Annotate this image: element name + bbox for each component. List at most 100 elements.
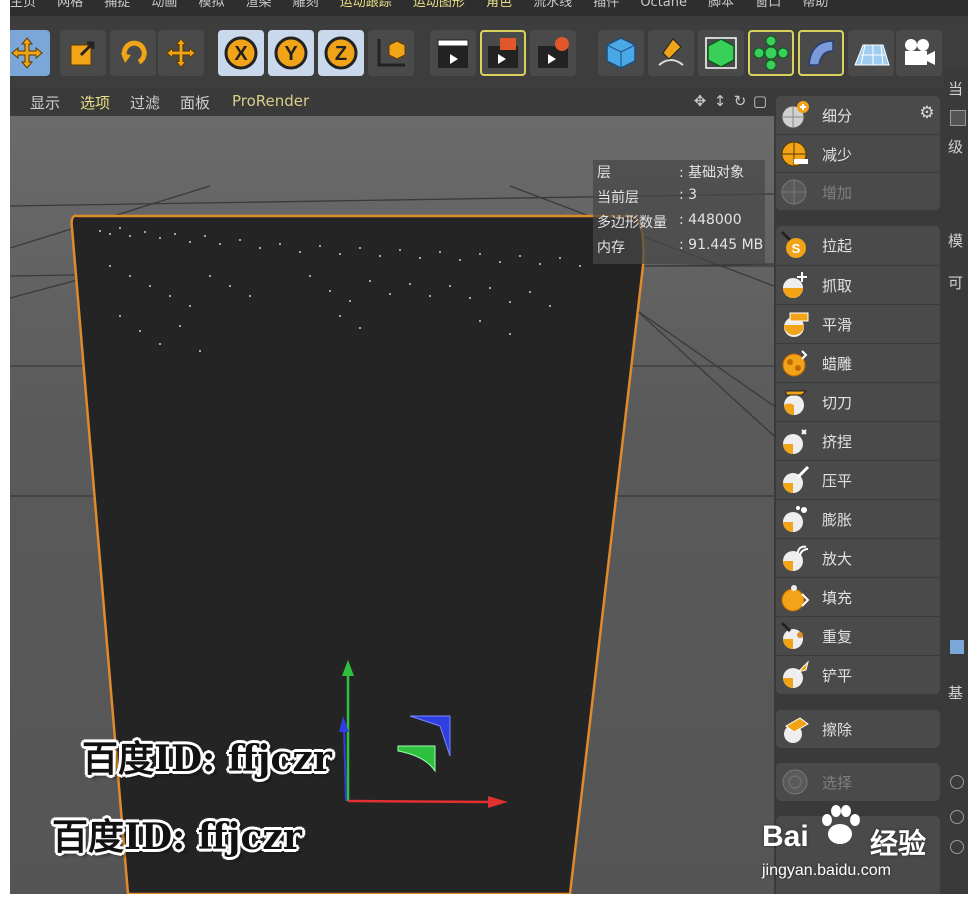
tool-scrape[interactable]: 铲平	[776, 655, 940, 694]
watermark-text-1: 百度ID: ffjczr	[82, 738, 332, 780]
jingyan-brand: 经验	[870, 827, 927, 860]
tool-label: 选择	[822, 774, 853, 792]
menu-item-home[interactable]: 主页	[10, 0, 36, 9]
move-arrows-icon	[11, 37, 43, 69]
menu-item-pipeline[interactable]: 流水线	[533, 0, 572, 9]
tool-erase[interactable]: 擦除	[776, 710, 940, 748]
mode-icon[interactable]	[950, 640, 964, 654]
object-info-hud: 层 : 基础对象 当前层 : 3 多边形数量 : 448000 内存 : 91.…	[593, 160, 765, 264]
menu-item-window[interactable]: 窗口	[755, 0, 781, 9]
subdivision-cube-icon	[705, 37, 737, 69]
tool-decrease[interactable]: 减少	[776, 134, 940, 173]
render-view-button[interactable]	[430, 30, 476, 76]
scale-icon	[70, 41, 95, 66]
menu-item-snap[interactable]: 捕捉	[104, 0, 130, 9]
tool-pull[interactable]: S 拉起	[776, 226, 940, 264]
z-axis-lock-button[interactable]: Z	[318, 30, 364, 76]
view-menu-prorender[interactable]: ProRender	[232, 92, 309, 110]
tool-fill[interactable]: 填充	[776, 577, 940, 616]
coordinate-system-button[interactable]	[368, 30, 414, 76]
transform-icon	[166, 38, 196, 68]
menu-item-animate[interactable]: 动画	[151, 0, 177, 9]
tool-label: 铲平	[822, 667, 853, 685]
x-axis-lock-button[interactable]: X	[218, 30, 264, 76]
tool-smooth[interactable]: 平滑	[776, 304, 940, 343]
menu-item-motion-tracking[interactable]: 运动跟踪	[340, 0, 392, 9]
hud-row-memory: 内存 : 91.445 MB	[597, 235, 765, 259]
camera-button[interactable]	[896, 30, 942, 76]
tool-magnify[interactable]: 放大	[776, 538, 940, 577]
scale-tool-button[interactable]	[60, 30, 106, 76]
tool-knife[interactable]: 切刀	[776, 382, 940, 421]
tool-increase: 增加	[776, 172, 940, 211]
tool-grab[interactable]: 抓取	[776, 265, 940, 304]
erase-group: 擦除	[776, 710, 940, 748]
view-menu-options[interactable]: 选项	[80, 92, 110, 113]
tool-label: 拉起	[822, 237, 853, 255]
transform-tool-button[interactable]	[158, 30, 204, 76]
cloner-icon	[753, 35, 789, 71]
view-menu-panel[interactable]: 面板	[180, 92, 210, 113]
hud-row-polygon-count: 多边形数量 : 448000	[597, 210, 765, 234]
tool-inflate[interactable]: 膨胀	[776, 499, 940, 538]
cube-icon	[606, 37, 636, 69]
view-menu-display[interactable]: 显示	[30, 92, 60, 113]
cinema4d-window: 主页 网格 捕捉 动画 模拟 渲染 雕刻 运动跟踪 运动图形 角色 流水线 插件…	[10, 0, 968, 894]
tool-label: 擦除	[822, 721, 853, 739]
tool-subdivide[interactable]: 细分	[776, 96, 940, 134]
menu-item-mograph[interactable]: 运动图形	[413, 0, 465, 9]
viewport-menubar: 显示 选项 过滤 面板 ProRender ✥ ↕ ↻ ▢	[10, 88, 774, 116]
pen-icon	[658, 38, 684, 66]
clapboard-gear-icon	[538, 37, 569, 68]
baidu-url: jingyan.baidu.com	[762, 862, 891, 879]
svg-text:X: X	[234, 43, 248, 65]
tool-label: 平滑	[822, 316, 853, 334]
deformer-button[interactable]	[798, 30, 844, 76]
flatten-brush-icon	[783, 465, 810, 493]
tool-repeat[interactable]: 重复	[776, 616, 940, 655]
pan-view-icon[interactable]: ✥	[692, 92, 708, 110]
menu-item-render[interactable]: 渲染	[246, 0, 272, 9]
y-axis-lock-button[interactable]: Y	[268, 30, 314, 76]
rotate-tool-button[interactable]	[110, 30, 156, 76]
cube-object-button[interactable]	[598, 30, 644, 76]
hud-value: : 448000	[679, 212, 742, 228]
menu-item-plugins[interactable]: 插件	[593, 0, 619, 9]
floor-button[interactable]	[848, 30, 894, 76]
tool-label: 挤捏	[822, 433, 853, 451]
tool-flatten[interactable]: 压平	[776, 460, 940, 499]
repeat-brush-icon	[780, 621, 803, 649]
pen-spline-button[interactable]	[648, 30, 694, 76]
toggle-view-icon[interactable]: ▢	[752, 92, 768, 110]
menu-item-mesh[interactable]: 网格	[57, 0, 83, 9]
tool-pinch[interactable]: 挤捏	[776, 421, 940, 460]
subdivision-surface-button[interactable]	[698, 30, 744, 76]
main-menubar: 主页 网格 捕捉 动画 模拟 渲染 雕刻 运动跟踪 运动图形 角色 流水线 插件…	[10, 0, 968, 16]
panel-label: 基	[948, 684, 964, 702]
menu-item-character[interactable]: 角色	[486, 0, 512, 9]
sculpt-object	[70, 214, 645, 894]
tool-wax[interactable]: 蜡雕	[776, 343, 940, 382]
checkbox[interactable]	[950, 110, 966, 126]
fill-brush-icon	[781, 585, 810, 612]
rotate-view-icon[interactable]: ↻	[732, 92, 748, 110]
menu-item-script[interactable]: 脚本	[708, 0, 734, 9]
pinch-brush-icon	[783, 429, 807, 454]
floor-grid-icon	[854, 44, 890, 66]
render-region-button[interactable]	[480, 30, 526, 76]
clapboard-icon	[437, 39, 469, 68]
x-axis-icon: X	[224, 36, 258, 70]
cloner-button[interactable]	[748, 30, 794, 76]
dolly-view-icon[interactable]: ↕	[712, 92, 728, 110]
menu-item-simulate[interactable]: 模拟	[198, 0, 224, 9]
menu-item-sculpt[interactable]: 雕刻	[293, 0, 319, 9]
menu-item-octane[interactable]: Octane	[640, 0, 687, 9]
move-tool-button[interactable]	[10, 30, 50, 76]
render-settings-button[interactable]	[530, 30, 576, 76]
view-menu-filter[interactable]: 过滤	[130, 92, 160, 113]
menu-item-help[interactable]: 帮助	[802, 0, 828, 9]
watermark-text-2: 百度ID: ffjczr	[52, 816, 302, 858]
tool-label: 膨胀	[822, 511, 853, 529]
sculpt-tools-panel: ⚙ 细分 减少 增加 S 拉起 抓取 平滑 蜡雕 切刀 挤捏 压平 膨胀 放大 …	[774, 88, 944, 894]
radio-button[interactable]	[950, 775, 964, 789]
